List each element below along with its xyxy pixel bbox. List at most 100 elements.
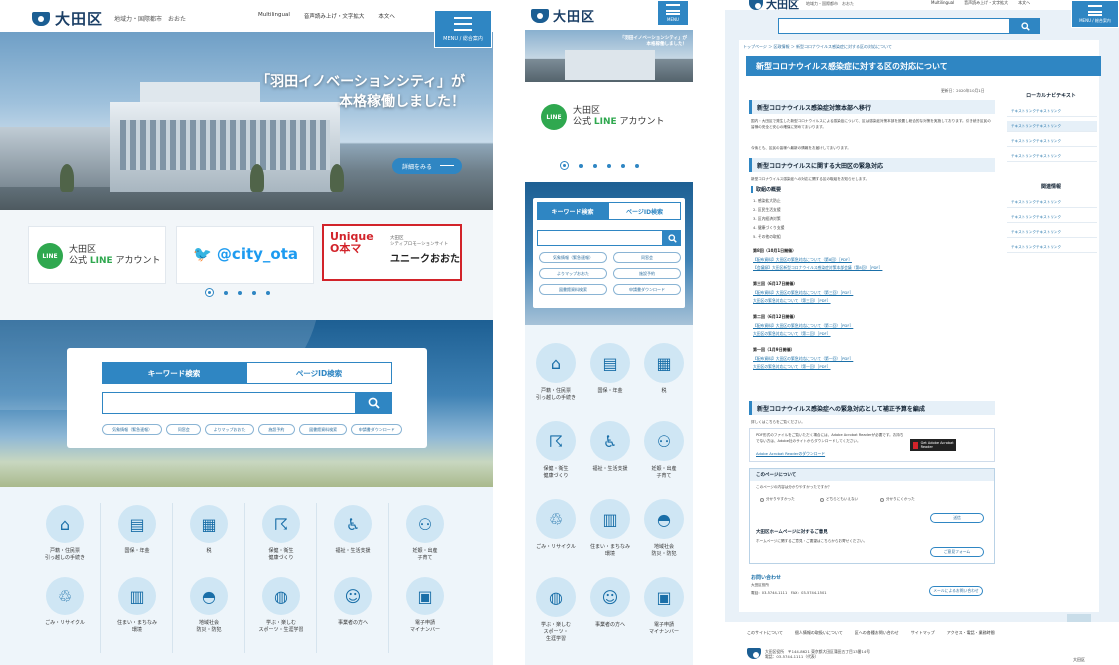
meeting-document-link[interactable]: 【配布資料】大田区の緊急対応について（第三回）［PDF］ [753, 290, 853, 295]
meeting-document-link[interactable]: 大田区の緊急対応について（第二回）［PDF］ [753, 331, 831, 336]
quick-link-weather[interactable]: 気象情報（緊急速報） [102, 424, 163, 435]
quick-link-forms[interactable]: 申請書ダウンロード [613, 284, 681, 295]
category-item[interactable]: ☈ 保健・衛生 健康づくり [529, 421, 583, 499]
footer-nav-link[interactable]: サイトマップ [911, 630, 935, 636]
quick-link-forms[interactable]: 申請書ダウンロード [351, 424, 402, 435]
sidebar-link[interactable]: テキストリンクテキストリンク [1007, 242, 1097, 253]
meeting-document-link[interactable]: 【会議録】大田区新型コロナウイルス感染症対策本部会議（第8回）［PDF］ [753, 265, 882, 270]
meeting-document-link[interactable]: 大田区の緊急対応について（第三回）［PDF］ [753, 298, 831, 303]
category-item[interactable]: ☺ 事業者の方へ [318, 577, 388, 657]
survey-submit-button[interactable]: 送信 [930, 513, 984, 523]
quick-link-library[interactable]: 図書館資料検索 [539, 284, 607, 295]
search-input[interactable] [102, 392, 356, 414]
nav-multilingual[interactable]: Multilingual [931, 0, 954, 6]
category-item[interactable]: ♿ 福祉・生活支援 [318, 505, 388, 585]
quick-link-facility[interactable]: 施設予約 [613, 268, 681, 279]
tab-pageid-search[interactable]: ページID検索 [608, 202, 681, 220]
category-item[interactable]: ♿ 福祉・生活支援 [583, 421, 637, 499]
contact-mail-button[interactable]: メールによるお問い合わせ [929, 586, 983, 596]
carousel-dot[interactable] [593, 163, 597, 168]
search-button[interactable] [1010, 18, 1040, 34]
carousel-dot[interactable] [635, 163, 639, 168]
nav-accessibility[interactable]: 音声読み上げ・文字拡大 [964, 0, 1008, 6]
category-item[interactable]: ▦ 税 [637, 343, 691, 421]
survey-option[interactable]: 分かりやすかった [760, 497, 818, 503]
nav-accessibility[interactable]: 音声読み上げ・文字拡大 [304, 12, 365, 20]
carousel-dot-active[interactable] [205, 288, 214, 297]
category-item[interactable]: ▦ 税 [174, 505, 244, 585]
category-item[interactable]: ◍ 学ぶ・楽しむ スポーツ・ 生涯学習 [529, 577, 583, 655]
category-item[interactable]: ▥ 住まい・まちなみ 環境 [102, 577, 172, 657]
site-logo[interactable]: 大田区 地域力・国際都市 おおた [32, 8, 186, 29]
unique-ota-banner[interactable]: Unique O本マ 大田区 シティプロモーションサイト ユニークおおた [322, 224, 462, 281]
line-account-banner[interactable]: LINE 大田区 公式 LINE アカウント [28, 226, 166, 284]
search-input[interactable] [778, 18, 1010, 34]
category-item[interactable]: ◓ 地域社会 防災・防犯 [174, 577, 244, 657]
sidebar-link[interactable]: テキストリンクテキストリンク [1007, 212, 1097, 223]
tab-keyword-search[interactable]: キーワード検索 [537, 202, 608, 220]
category-item[interactable]: ◍ 学ぶ・楽しむ スポーツ・生涯学習 [246, 577, 316, 657]
nav-skip-to-content[interactable]: 本文へ [378, 12, 395, 20]
pdf-reader-link[interactable]: Adobe Acrobat Readerのダウンロード [756, 451, 825, 456]
category-item[interactable]: ▣ 電子申請 マイナンバー [637, 577, 691, 655]
menu-button[interactable]: MENU [657, 0, 689, 26]
survey-option[interactable]: 分かりにくかった [880, 497, 938, 503]
quick-link-map[interactable]: よりマップおおた [539, 268, 607, 279]
meeting-document-link[interactable]: 【配布資料】大田区の緊急対応について（第二回）［PDF］ [753, 323, 853, 328]
footer-nav-link[interactable]: このサイトについて [747, 630, 783, 636]
menu-button[interactable]: MENU / 総合案内 [434, 10, 492, 48]
twitter-banner[interactable]: 🐦 @city_ota [176, 226, 314, 284]
footer-nav-link[interactable]: 個人情報の取扱いについて [795, 630, 843, 636]
category-item[interactable]: ▤ 国保・年金 [583, 343, 637, 421]
search-button[interactable] [356, 392, 392, 414]
footer-nav-link[interactable]: アクセス・電話・業務時間 [947, 630, 995, 636]
category-item[interactable]: ◓ 地域社会 防災・防犯 [637, 499, 691, 577]
carousel-dot[interactable] [607, 163, 611, 168]
site-logo[interactable]: 大田区 [531, 6, 595, 25]
category-item[interactable]: ☺ 事業者の方へ [583, 577, 637, 655]
survey-option[interactable]: どちらともいえない [820, 497, 878, 503]
nav-multilingual[interactable]: Multilingual [258, 12, 290, 20]
breadcrumb[interactable]: トップページ ＞ 区政情報 ＞ 新型コロナウイルス感染症に対する区の対応について [743, 44, 892, 50]
site-logo[interactable]: 大田区 地域力・国際都市 おおた [749, 0, 854, 12]
quick-link-map[interactable]: よりマップおおた [205, 424, 254, 435]
hero-banner[interactable]: 「羽田イノベーションシティ」が 本格稼働しました！ 詳細をみる [0, 32, 493, 210]
carousel-dot[interactable] [238, 290, 242, 295]
sidebar-link[interactable]: テキストリンクテキストリンク [1007, 136, 1097, 147]
search-input[interactable] [537, 230, 663, 246]
adobe-reader-badge[interactable]: Get Adobe Acrobat Reader [910, 439, 956, 451]
meeting-document-link[interactable]: 【配布資料】大田区の緊急対応について（第8回）［PDF］ [753, 257, 852, 262]
carousel-dot-active[interactable] [560, 161, 569, 170]
sidebar-link[interactable]: テキストリンクテキストリンク [1007, 106, 1097, 117]
quick-link-alumni[interactable]: 同窓会 [613, 252, 681, 263]
quick-link-weather[interactable]: 気象情報（緊急速報） [539, 252, 607, 263]
category-item[interactable]: ⚇ 妊娠・出産 子育て [390, 505, 460, 585]
tab-keyword-search[interactable]: キーワード検索 [102, 362, 246, 384]
category-item[interactable]: ⌂ 戸籍・住民票 引っ越しの手続き [529, 343, 583, 421]
category-item[interactable]: ▣ 電子申請 マイナンバー [390, 577, 460, 657]
quick-link-alumni[interactable]: 同窓会 [166, 424, 202, 435]
carousel-dot[interactable] [266, 290, 270, 295]
carousel-dot[interactable] [579, 163, 583, 168]
category-item[interactable]: ⚇ 妊娠・出産 子育て [637, 421, 691, 499]
menu-button[interactable]: MENU / 総合案内 [1071, 0, 1119, 28]
tab-pageid-search[interactable]: ページID検索 [246, 362, 392, 384]
category-item[interactable]: ▤ 国保・年金 [102, 505, 172, 585]
nav-skip-to-content[interactable]: 本文へ [1018, 0, 1030, 6]
carousel-dot[interactable] [224, 290, 228, 295]
opinion-form-button[interactable]: ご意見フォーム [930, 547, 984, 557]
category-item[interactable]: ▥ 住まい・まちなみ 環境 [583, 499, 637, 577]
category-item[interactable]: ♲ ごみ・リサイクル [30, 577, 100, 657]
carousel-dot[interactable] [621, 163, 625, 168]
hero-banner[interactable]: 「羽田イノベーションシティ」が 本格稼働しました！ [525, 30, 693, 82]
category-item[interactable]: ⌂ 戸籍・住民票 引っ越しの手続き [30, 505, 100, 585]
meeting-document-link[interactable]: 【配布資料】大田区の緊急対応について（第一回）［PDF］ [753, 356, 853, 361]
quick-link-library[interactable]: 図書館資料検索 [298, 424, 348, 435]
sidebar-link[interactable]: テキストリンクテキストリンク [1007, 197, 1097, 208]
sidebar-link[interactable]: テキストリンクテキストリンク [1007, 151, 1097, 162]
sidebar-link[interactable]: テキストリンクテキストリンク [1007, 227, 1097, 238]
footer-nav-link[interactable]: 区への各種お問い合わせ [855, 630, 899, 636]
category-item[interactable]: ☈ 保健・衛生 健康づくり [246, 505, 316, 585]
meeting-document-link[interactable]: 大田区の緊急対応について（第一回）［PDF］ [753, 364, 831, 369]
hero-detail-button[interactable]: 詳細をみる [392, 158, 462, 174]
